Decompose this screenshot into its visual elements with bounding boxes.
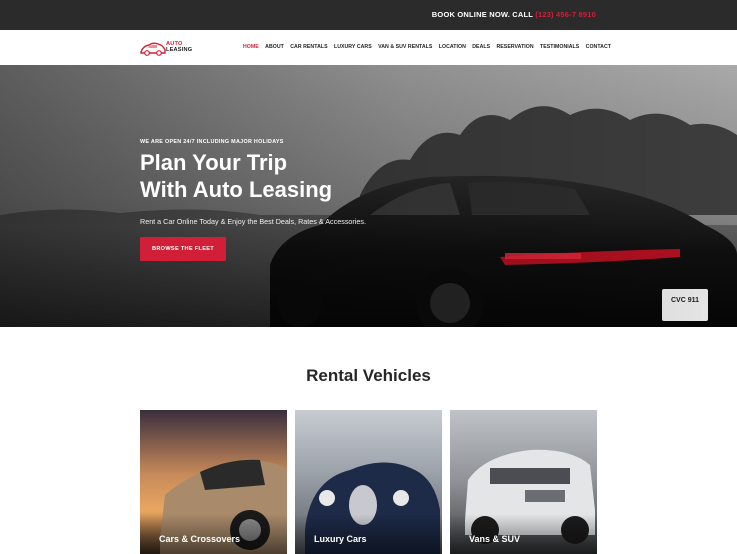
hero-subtitle: Rent a Car Online Today & Enjoy the Best… bbox=[140, 217, 366, 226]
card-label: Vans & SUV bbox=[469, 534, 521, 544]
card-luxury-cars[interactable]: Luxury Cars bbox=[295, 410, 442, 554]
nav-contact[interactable]: CONTACT bbox=[586, 44, 611, 50]
nav-about[interactable]: ABOUT bbox=[265, 44, 284, 50]
card-cars-crossovers[interactable]: Cars & Crossovers bbox=[140, 410, 287, 554]
logo-text: AUTO LEASING bbox=[166, 41, 192, 53]
site-logo[interactable]: AUTO LEASING bbox=[140, 38, 200, 58]
book-online-label: BOOK ONLINE NOW. CALL bbox=[431, 10, 533, 19]
site-header: AUTO LEASING HOME ABOUT CAR RENTALS LUXU… bbox=[0, 30, 737, 65]
section-title: Rental Vehicles bbox=[306, 366, 431, 385]
nav-van-suv-rentals[interactable]: VAN & SUV RENTALS bbox=[378, 44, 432, 50]
browse-fleet-button[interactable]: BROWSE THE FLEET bbox=[140, 237, 226, 261]
card-label: Luxury Cars bbox=[314, 534, 367, 544]
nav-deals[interactable]: DEALS bbox=[472, 44, 490, 50]
book-online-text: BOOK ONLINE NOW. CALL (123) 456-7 8910 bbox=[432, 10, 596, 19]
nav-car-rentals[interactable]: CAR RENTALS bbox=[290, 44, 327, 50]
main-nav: HOME ABOUT CAR RENTALS LUXURY CARS VAN &… bbox=[243, 44, 617, 50]
nav-reservation[interactable]: RESERVATION bbox=[497, 44, 534, 50]
card-label: Cars & Crossovers bbox=[159, 534, 241, 544]
card-vans-suv[interactable]: Vans & SUV bbox=[450, 410, 597, 554]
nav-home[interactable]: HOME bbox=[243, 44, 259, 50]
hero-banner: WE ARE OPEN 24/7 INCLUDING MAJOR HOLIDAY… bbox=[0, 65, 737, 327]
nav-testimonials[interactable]: TESTIMONIALS bbox=[540, 44, 579, 50]
nav-luxury-cars[interactable]: LUXURY CARS bbox=[334, 44, 372, 50]
hero-title: Plan Your Trip With Auto Leasing bbox=[140, 149, 440, 203]
vehicle-categories: Cars & Crossovers Luxury Cars Vans & SUV bbox=[140, 410, 597, 554]
hero-tagline: WE ARE OPEN 24/7 INCLUDING MAJOR HOLIDAY… bbox=[140, 139, 284, 145]
top-bar: BOOK ONLINE NOW. CALL (123) 456-7 8910 bbox=[0, 0, 737, 30]
plate-text: CVC 911 bbox=[670, 297, 700, 304]
logo-line-2: LEASING bbox=[166, 47, 193, 53]
car-logo-icon bbox=[140, 42, 166, 56]
phone-link[interactable]: (123) 456-7 8910 bbox=[535, 10, 596, 19]
hero-title-line-1: Plan Your Trip bbox=[140, 150, 288, 175]
nav-location[interactable]: LOCATION bbox=[439, 44, 466, 50]
hero-title-line-2: With Auto Leasing bbox=[140, 177, 333, 202]
